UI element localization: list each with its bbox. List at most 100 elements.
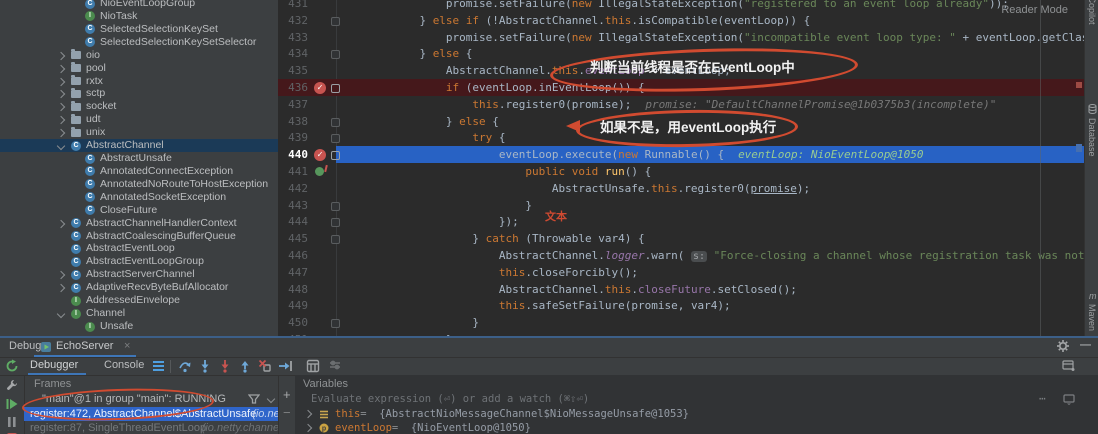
line-number[interactable]: 439 (278, 129, 308, 146)
line-number[interactable]: 434 (278, 45, 308, 62)
fold-marker-icon[interactable] (331, 50, 340, 59)
evaluate-expression-icon[interactable] (306, 359, 320, 373)
chevron-right-icon[interactable] (57, 129, 65, 137)
reader-mode-label[interactable]: Reader Mode (1001, 4, 1068, 16)
chevron-right-icon[interactable] (304, 410, 312, 418)
frame-row[interactable]: register:87, SingleThreadEventLoop (io.n… (24, 421, 278, 434)
run-to-cursor-icon[interactable] (278, 359, 292, 373)
fold-marker-icon[interactable] (331, 84, 340, 93)
tab-debugger[interactable]: Debugger (30, 359, 78, 371)
breakpoint-icon[interactable]: ✓ (314, 82, 326, 94)
fold-marker-icon[interactable] (331, 218, 340, 227)
session-tab-echoserver[interactable]: EchoServer (56, 340, 113, 352)
code-line-449[interactable]: 449this.safeSetFailure(promise, var4); (278, 297, 1084, 314)
line-number[interactable]: 438 (278, 113, 308, 130)
add-watch-button[interactable]: + (283, 387, 291, 402)
gear-icon[interactable] (1056, 339, 1070, 353)
chevron-right-icon[interactable] (57, 103, 65, 111)
tree-item-channel[interactable]: IChannel (0, 307, 278, 320)
error-stripe-breakpoint-mark[interactable] (1076, 82, 1082, 88)
code-line-443[interactable]: 443} (278, 197, 1084, 214)
code-line-432[interactable]: 432} else if (!AbstractChannel.this.isCo… (278, 12, 1084, 29)
line-number[interactable]: 443 (278, 197, 308, 214)
fold-marker-icon[interactable] (331, 235, 340, 244)
expand-editor-icon[interactable] (1063, 394, 1077, 408)
code-editor[interactable]: 431promise.setFailure(new IllegalStateEx… (278, 0, 1084, 336)
tab-console[interactable]: Console (104, 359, 144, 371)
tree-item-annotatedsocketexception[interactable]: CAnnotatedSocketException (0, 191, 278, 204)
chevron-right-icon[interactable] (304, 424, 312, 432)
breakpoint-icon[interactable]: ✓ (314, 149, 326, 161)
tree-item-addressedenvelope[interactable]: IAddressedEnvelope (0, 294, 278, 307)
variable-row-this[interactable]: this = {AbstractNioMessageChannel$NioMes… (295, 407, 1098, 421)
tool-stripe-tab-maven[interactable]: Maven (1087, 304, 1097, 331)
line-number[interactable]: 445 (278, 230, 308, 247)
line-number[interactable]: 449 (278, 297, 308, 314)
tree-item-sctp[interactable]: sctp (0, 87, 278, 100)
chevron-right-icon[interactable] (57, 219, 65, 227)
line-number[interactable]: 444 (278, 213, 308, 230)
fold-marker-icon[interactable] (331, 134, 340, 143)
tree-item-socket[interactable]: socket (0, 100, 278, 113)
force-step-into-icon[interactable] (218, 359, 232, 373)
variable-row-eventLoop[interactable]: peventLoop = {NioEventLoop@1050} (295, 421, 1098, 434)
expand-history-icon[interactable]: ⋯ (1039, 391, 1046, 407)
fold-marker-icon[interactable] (331, 319, 340, 328)
code-line-447[interactable]: 447this.closeForcibly(); (278, 264, 1084, 281)
tree-item-abstracteventloopgroup[interactable]: CAbstractEventLoopGroup (0, 255, 278, 268)
line-number[interactable]: 450 (278, 314, 308, 331)
tree-item-nioeventloopgroup[interactable]: CNioEventLoopGroup (0, 0, 278, 10)
tree-item-rxtx[interactable]: rxtx (0, 75, 278, 88)
tree-item-abstractserverchannel[interactable]: CAbstractServerChannel (0, 268, 278, 281)
tree-item-abstractchannelhandlercontext[interactable]: CAbstractChannelHandlerContext (0, 217, 278, 230)
error-stripe-execution-mark[interactable] (1076, 144, 1082, 152)
resume-program-icon[interactable] (5, 397, 19, 411)
tree-item-abstractunsafe[interactable]: CAbstractUnsafe (0, 152, 278, 165)
line-number[interactable]: 432 (278, 12, 308, 29)
gutter-marker-icon[interactable] (315, 167, 324, 176)
filter-funnel-icon[interactable] (248, 393, 262, 407)
line-number[interactable]: 441 (278, 163, 308, 180)
drop-frame-icon[interactable] (258, 359, 272, 373)
tree-item-annotatedconnectexception[interactable]: CAnnotatedConnectException (0, 165, 278, 178)
pause-program-icon[interactable] (5, 415, 19, 429)
evaluate-expression-field[interactable]: Evaluate expression (⏎) or add a watch (… (295, 391, 1098, 407)
tool-stripe-tab-github-copilot[interactable]: GitHub Copilot (1087, 0, 1097, 25)
tree-item-abstractcoalescingbufferqueue[interactable]: CAbstractCoalescingBufferQueue (0, 230, 278, 243)
chevron-right-icon[interactable] (57, 284, 65, 292)
tree-item-adaptiverecvbytebufallocator[interactable]: CAdaptiveRecvByteBufAllocator (0, 281, 278, 294)
code-line-431[interactable]: 431promise.setFailure(new IllegalStateEx… (278, 0, 1084, 12)
tree-item-selectedselectionkeysetselector[interactable]: CSelectedSelectionKeySetSelector (0, 36, 278, 49)
tree-item-udt[interactable]: udt (0, 113, 278, 126)
chevron-down-icon[interactable] (57, 142, 65, 150)
chevron-right-icon[interactable] (57, 77, 65, 85)
chevron-right-icon[interactable] (57, 271, 65, 279)
line-number[interactable]: 435 (278, 62, 308, 79)
more-options-icon[interactable] (328, 359, 342, 373)
code-line-442[interactable]: 442AbstractUnsafe.this.register0(promise… (278, 180, 1084, 197)
settings-layout-icon[interactable] (152, 359, 166, 373)
code-line-441[interactable]: 441public void run() { (278, 163, 1084, 180)
code-line-448[interactable]: 448AbstractChannel.this.closeFuture.setC… (278, 281, 1084, 298)
line-number[interactable]: 440 (278, 146, 308, 163)
tree-item-unsafe[interactable]: IUnsafe (0, 320, 278, 333)
tree-item-pool[interactable]: pool (0, 62, 278, 75)
fold-marker-icon[interactable] (331, 17, 340, 26)
tree-item-selectedselectionkeyset[interactable]: CSelectedSelectionKeySet (0, 23, 278, 36)
tree-item-annotatednoroutetohostexception[interactable]: CAnnotatedNoRouteToHostException (0, 178, 278, 191)
tree-item-closefuture[interactable]: CCloseFuture (0, 204, 278, 217)
step-into-icon[interactable] (198, 359, 212, 373)
code-line-433[interactable]: 433promise.setFailure(new IllegalStateEx… (278, 29, 1084, 46)
line-number[interactable]: 447 (278, 264, 308, 281)
line-number[interactable]: 446 (278, 247, 308, 264)
line-number[interactable]: 433 (278, 29, 308, 46)
code-line-440[interactable]: 440✓eventLoop.execute(new Runnable() {ev… (278, 146, 1084, 163)
tree-item-oio[interactable]: oio (0, 49, 278, 62)
rerun-debug-icon[interactable] (5, 359, 19, 373)
line-number[interactable]: 431 (278, 0, 308, 12)
restore-layout-icon[interactable] (1062, 359, 1076, 373)
step-out-icon[interactable] (238, 359, 252, 373)
chevron-right-icon[interactable] (57, 90, 65, 98)
chevron-right-icon[interactable] (57, 51, 65, 59)
chevron-right-icon[interactable] (57, 64, 65, 72)
